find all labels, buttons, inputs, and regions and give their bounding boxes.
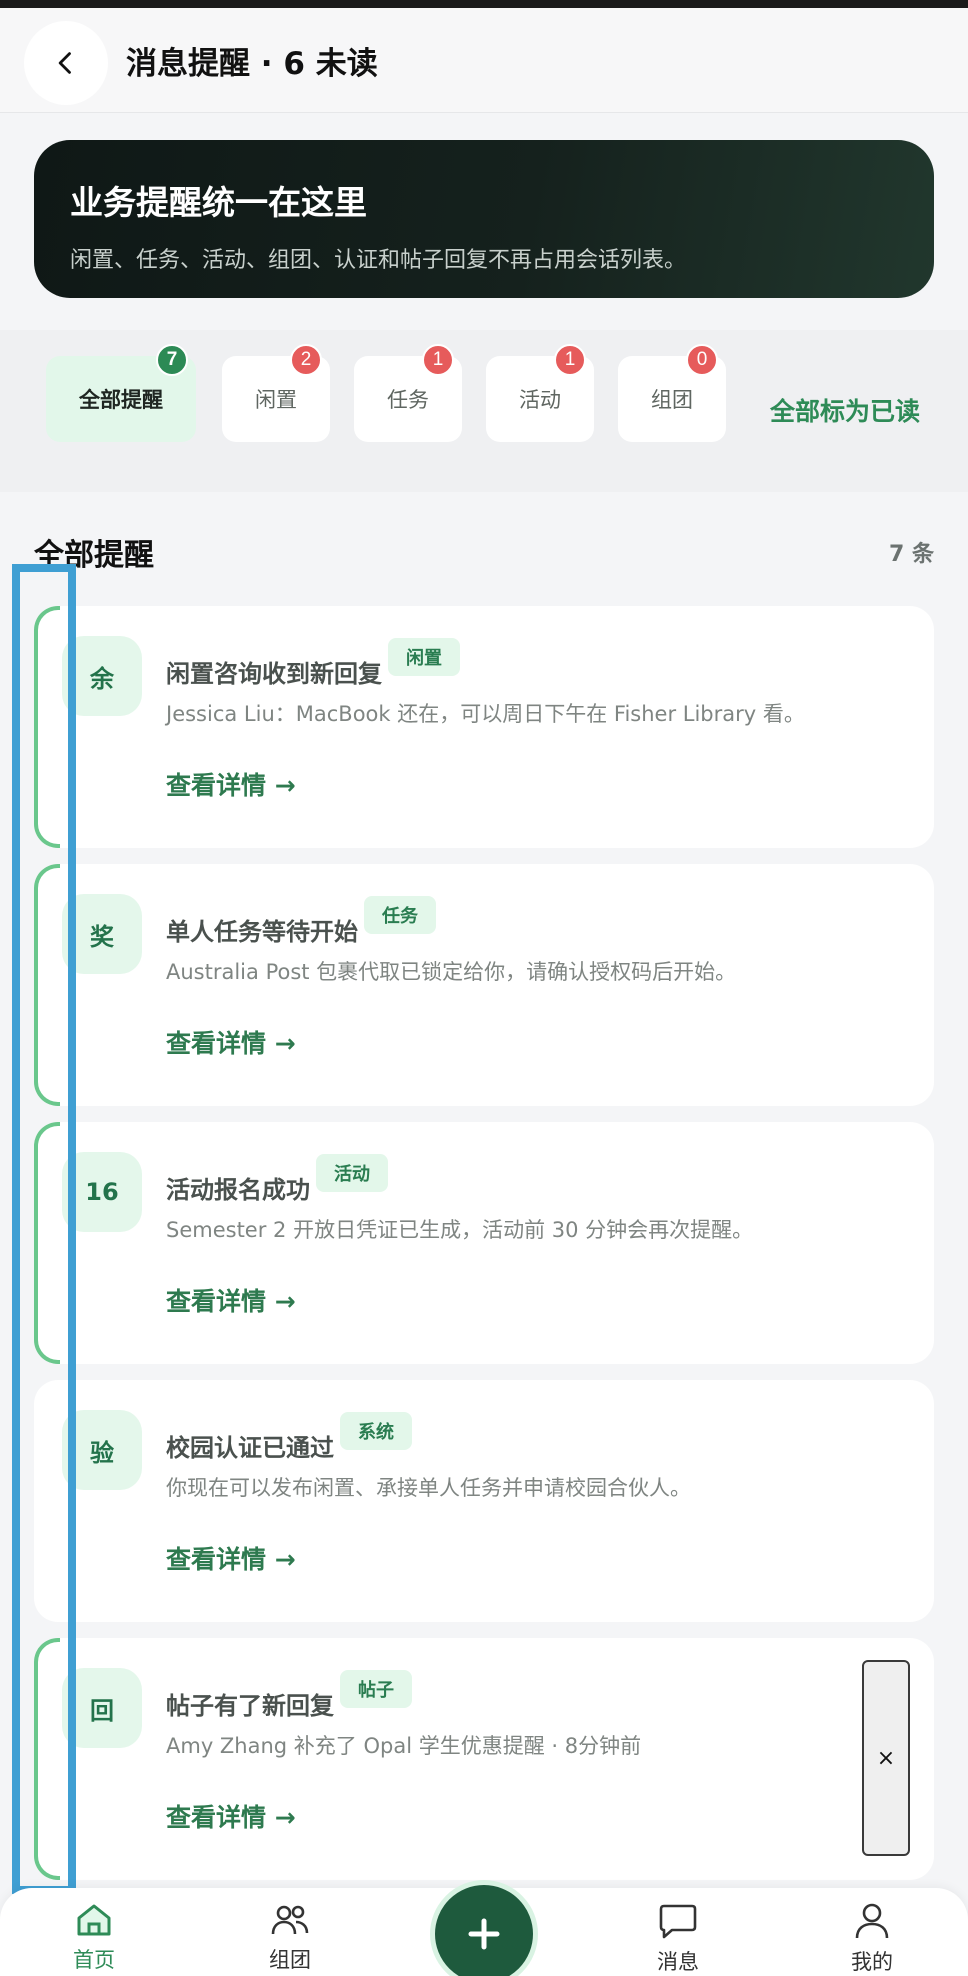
card-description: Amy Zhang 补充了 Opal 学生优惠提醒 · 8分钟前 [166,1734,642,1758]
unread-accent [34,606,60,848]
floating-close-button[interactable]: × [862,1660,910,1856]
card-description: 你现在可以发布闲置、承接单人任务并申请校园合伙人。 [166,1476,691,1500]
card-avatar: 16 [62,1152,142,1232]
view-details-link[interactable]: 查看详情 → [166,1540,296,1576]
card-description: Australia Post 包裹代取已锁定给你，请确认授权码后开始。 [166,960,737,984]
section-count: 7 条 [889,542,934,567]
back-button[interactable] [24,21,108,105]
nav-item-me[interactable]: 我的 [812,1902,932,1976]
filter-count-badge: 1 [422,344,454,376]
banner-subtitle: 闲置、任务、活动、组团、认证和帖子回复不再占用会话列表。 [70,248,687,273]
card-tag: 任务 [364,896,436,934]
card-tag: 帖子 [340,1670,412,1708]
card-title: 单人任务等待开始 [166,918,358,946]
notification-card[interactable]: 奖 单人任务等待开始 任务 Australia Post 包裹代取已锁定给你，请… [34,864,934,1106]
chat-bubble-icon [659,1904,697,1939]
filter-count-badge: 1 [554,344,586,376]
card-description: Jessica Liu：MacBook 还在，可以周日下午在 Fisher Li… [166,702,805,726]
mark-all-read-button[interactable]: 全部标为已读 [770,392,920,428]
notification-card[interactable]: 回 帖子有了新回复 帖子 Amy Zhang 补充了 Opal 学生优惠提醒 ·… [34,1638,934,1880]
users-icon [271,1905,309,1935]
view-details-link[interactable]: 查看详情 → [166,1282,296,1318]
status-bar [0,0,968,8]
card-title: 校园认证已通过 [166,1434,334,1462]
filter-chip-all[interactable]: 全部提醒 7 [46,344,196,442]
filter-chip-label: 闲置 [255,389,297,412]
header: 消息提醒 · 6 未读 [0,8,968,113]
filter-chip-label: 全部提醒 [79,389,163,412]
view-details-link[interactable]: 查看详情 → [166,1798,296,1834]
card-tag: 系统 [340,1412,412,1450]
home-icon [77,1904,111,1936]
card-avatar: 奖 [62,894,142,974]
filter-chip-task[interactable]: 任务 1 [354,344,462,442]
section-title: 全部提醒 [34,538,154,573]
filter-chip-group[interactable]: 组团 0 [618,344,726,442]
nav-item-home[interactable]: 首页 [34,1902,154,1974]
filter-count-badge: 2 [290,344,322,376]
plus-icon [468,1918,500,1950]
nav-item-messages[interactable]: 消息 [618,1902,738,1976]
card-tag: 闲置 [388,638,460,676]
banner-title: 业务提醒统一在这里 [70,183,367,222]
unread-accent [34,864,60,1106]
card-avatar: 回 [62,1668,142,1748]
notification-card[interactable]: 16 活动报名成功 活动 Semester 2 开放日凭证已生成，活动前 30 … [34,1122,934,1364]
card-title: 帖子有了新回复 [166,1692,334,1720]
info-banner: 业务提醒统一在这里 闲置、任务、活动、组团、认证和帖子回复不再占用会话列表。 [34,140,934,298]
card-tag: 活动 [316,1154,388,1192]
notification-card[interactable]: 验 校园认证已通过 系统 你现在可以发布闲置、承接单人任务并申请校园合伙人。 查… [34,1380,934,1622]
filter-chip-label: 组团 [651,389,693,412]
card-description: Semester 2 开放日凭证已生成，活动前 30 分钟会再次提醒。 [166,1218,754,1242]
page-title: 消息提醒 · 6 未读 [126,46,378,82]
user-icon [855,1903,889,1939]
unread-accent [34,1122,60,1364]
filter-chip-label: 活动 [519,389,561,412]
card-title: 闲置咨询收到新回复 [166,660,382,688]
filter-chip-activity[interactable]: 活动 1 [486,344,594,442]
filter-chip-label: 任务 [387,389,429,412]
nav-label: 组团 [269,1948,311,1972]
nav-label: 我的 [851,1950,893,1974]
card-title: 活动报名成功 [166,1176,310,1204]
card-avatar: 余 [62,636,142,716]
view-details-link[interactable]: 查看详情 → [166,766,296,802]
notification-card[interactable]: 余 闲置咨询收到新回复 闲置 Jessica Liu：MacBook 还在，可以… [34,606,934,848]
unread-accent [34,1638,60,1880]
filter-count-badge: 7 [156,344,188,376]
chevron-left-icon [58,52,71,74]
filter-chip-idle[interactable]: 闲置 2 [222,344,330,442]
nav-label: 首页 [73,1948,115,1972]
nav-label: 消息 [657,1950,699,1974]
filter-count-badge: 0 [686,344,718,376]
page: 消息提醒 · 6 未读 业务提醒统一在这里 闲置、任务、活动、组团、认证和帖子回… [0,0,968,1976]
view-details-link[interactable]: 查看详情 → [166,1024,296,1060]
nav-item-group[interactable]: 组团 [230,1902,350,1974]
card-avatar: 验 [62,1410,142,1490]
